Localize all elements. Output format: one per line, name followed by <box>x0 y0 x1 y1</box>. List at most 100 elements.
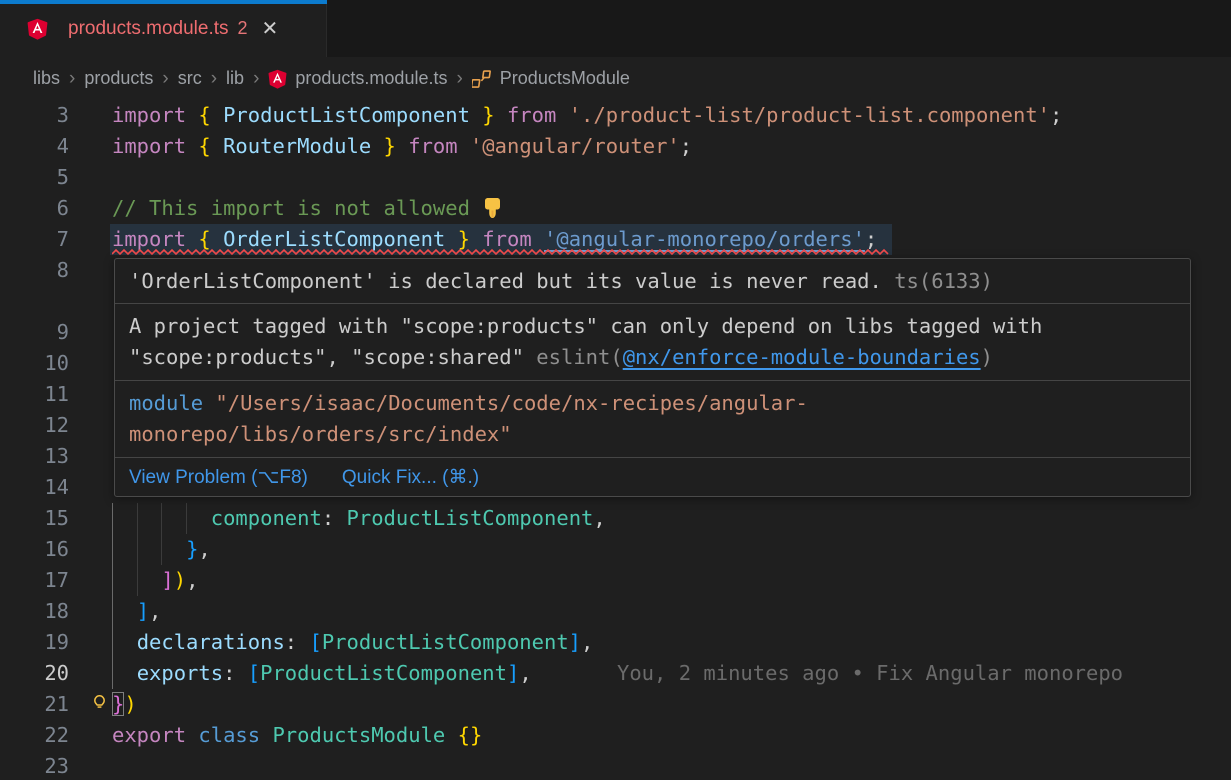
vscode-window: products.module.ts 2 ✕ libs › products ›… <box>0 0 1231 780</box>
view-problem-action[interactable]: View Problem (⌥F8) <box>129 465 308 491</box>
code-line[interactable]: 4import { RouterModule } from '@angular/… <box>0 131 1231 162</box>
code-token: , <box>149 599 161 623</box>
line-number[interactable]: 7 <box>0 224 69 255</box>
code-line[interactable]: 15 component: ProductListComponent, <box>0 503 1231 534</box>
code-token: ; <box>1050 103 1062 127</box>
eslint-rule-link[interactable]: @nx/enforce-module-boundaries <box>623 345 981 369</box>
line-number[interactable]: 14 <box>0 472 69 503</box>
breadcrumb-item-file[interactable]: products.module.ts <box>295 68 447 89</box>
code-token: , <box>519 661 531 685</box>
line-number[interactable]: 6 <box>0 193 69 224</box>
breadcrumb-item-products[interactable]: products <box>84 68 153 89</box>
code-line[interactable]: 6// This import is not allowed <box>0 193 1231 224</box>
code-token: , <box>198 537 210 561</box>
hover-ts-diagnostic: 'OrderListComponent' is declared but its… <box>115 259 1190 303</box>
code-token: RouterModule <box>223 134 371 158</box>
line-number[interactable]: 21 <box>0 689 69 720</box>
line-number[interactable]: 22 <box>0 720 69 751</box>
module-path-line1: "/Users/isaac/Documents/code/nx-recipes/… <box>203 391 808 415</box>
code-token <box>458 134 470 158</box>
code-token <box>112 599 137 623</box>
code-token <box>112 568 161 592</box>
code-token: {} <box>458 723 483 747</box>
line-number[interactable]: 5 <box>0 162 69 193</box>
code-token: } <box>112 692 124 716</box>
line-number[interactable]: 23 <box>0 751 69 780</box>
angular-icon <box>268 69 287 89</box>
line-content: component: ProductListComponent, <box>112 503 606 534</box>
code-line[interactable]: 5 <box>0 162 1231 193</box>
line-number[interactable]: 20 <box>0 658 69 689</box>
tab-title: products.module.ts <box>68 18 229 40</box>
code-token <box>211 103 223 127</box>
code-token: , <box>593 506 605 530</box>
code-line[interactable]: 20 exports: [ProductListComponent],You, … <box>0 658 1231 689</box>
code-line[interactable]: 16 }, <box>0 534 1231 565</box>
breadcrumb-item-lib[interactable]: lib <box>226 68 244 89</box>
line-content: import { ProductListComponent } from './… <box>112 100 1062 131</box>
line-number[interactable]: 9 <box>0 317 69 348</box>
code-line[interactable]: 19 declarations: [ProductListComponent], <box>0 627 1231 658</box>
code-token <box>371 134 383 158</box>
code-line[interactable]: 7import { OrderListComponent } from '@an… <box>0 224 1231 255</box>
breadcrumb-item-src[interactable]: src <box>178 68 202 89</box>
code-token <box>495 103 507 127</box>
module-keyword: module <box>129 391 203 415</box>
code-token: from <box>408 134 457 158</box>
breadcrumb: libs › products › src › lib › products.m… <box>33 57 630 100</box>
code-line[interactable]: 18 ], <box>0 596 1231 627</box>
code-token: ] <box>569 630 581 654</box>
code-token <box>112 630 137 654</box>
active-tab-indicator <box>0 0 327 4</box>
breadcrumb-item-libs[interactable]: libs <box>33 68 60 89</box>
line-number[interactable]: 3 <box>0 100 69 131</box>
code-token <box>211 134 223 158</box>
breadcrumb-item-symbol[interactable]: ProductsModule <box>500 68 630 89</box>
line-number[interactable]: 17 <box>0 565 69 596</box>
tab-problems-badge: 2 <box>238 18 248 39</box>
code-token: '@angular/router' <box>470 134 680 158</box>
code-token: ) <box>124 692 136 716</box>
eslint-source-open: eslint( <box>536 345 622 369</box>
line-number[interactable]: 18 <box>0 596 69 627</box>
code-token: ProductListComponent <box>223 103 470 127</box>
code-token: './product-list/product-list.component' <box>569 103 1050 127</box>
code-token: [ <box>309 630 321 654</box>
line-number[interactable]: 13 <box>0 441 69 472</box>
line-content: }) <box>112 689 137 720</box>
line-number[interactable]: 4 <box>0 131 69 162</box>
line-number[interactable]: 16 <box>0 534 69 565</box>
chevron-right-icon: › <box>253 68 259 90</box>
code-token: export <box>112 723 186 747</box>
code-line[interactable]: 22export class ProductsModule {} <box>0 720 1231 751</box>
tab-products-module[interactable]: products.module.ts 2 ✕ <box>0 0 327 57</box>
code-line[interactable]: 21}) <box>0 689 1231 720</box>
code-token: ) <box>174 568 186 592</box>
line-number[interactable]: 19 <box>0 627 69 658</box>
line-number[interactable]: 11 <box>0 379 69 410</box>
code-token <box>112 661 137 685</box>
hover-module-info: module "/Users/isaac/Documents/code/nx-r… <box>115 381 1190 457</box>
code-token <box>186 103 198 127</box>
line-number[interactable]: 15 <box>0 503 69 534</box>
code-line[interactable]: 23 <box>0 751 1231 780</box>
diagnostic-hover-popup: 'OrderListComponent' is declared but its… <box>114 258 1191 497</box>
code-token <box>260 723 272 747</box>
code-token: ProductListComponent <box>322 630 569 654</box>
eslint-source-close: ) <box>981 345 993 369</box>
line-number[interactable]: 12 <box>0 410 69 441</box>
lightbulb-icon[interactable] <box>91 692 108 714</box>
line-content: // This import is not allowed <box>112 193 503 228</box>
code-token: } <box>384 134 396 158</box>
line-number[interactable]: 8 <box>0 255 69 286</box>
code-line[interactable]: 17 ]), <box>0 565 1231 596</box>
code-line[interactable]: 3 import { ProductListComponent } from '.… <box>0 100 1231 131</box>
close-icon[interactable]: ✕ <box>262 19 279 39</box>
line-content: exports: [ProductListComponent],You, 2 m… <box>112 658 532 689</box>
ts-diagnostic-code: ts(6133) <box>894 269 993 293</box>
code-token <box>556 103 568 127</box>
code-token: ] <box>507 661 519 685</box>
quick-fix-action[interactable]: Quick Fix... (⌘.) <box>342 465 479 491</box>
line-number[interactable]: 10 <box>0 348 69 379</box>
chevron-right-icon: › <box>211 68 217 90</box>
